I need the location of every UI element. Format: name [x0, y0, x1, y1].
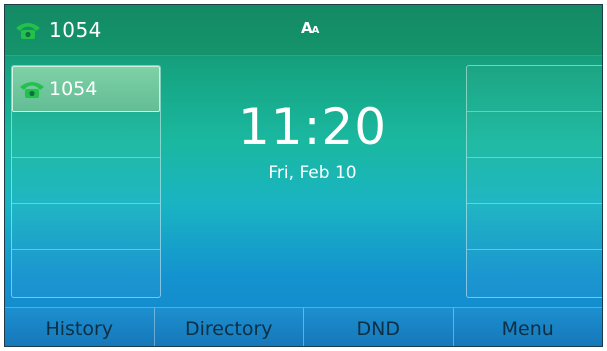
phone-handset-icon	[16, 23, 40, 39]
line-key-7[interactable]	[467, 112, 602, 158]
softkey-bar: History Directory DND Menu	[5, 307, 603, 346]
softkey-menu[interactable]: Menu	[454, 308, 603, 346]
softkey-directory[interactable]: Directory	[155, 308, 304, 346]
phone-screen: 1054 AA 1054 11:20 Fri, Feb 10 History D…	[4, 4, 603, 347]
line-key-1[interactable]: 1054	[12, 66, 160, 112]
line-key-2[interactable]	[12, 112, 160, 158]
status-bar: 1054 AA	[5, 5, 602, 56]
input-mode-small: A	[311, 25, 320, 36]
right-line-keys	[466, 65, 602, 298]
left-line-keys: 1054	[11, 65, 161, 298]
clock-time: 11:20	[237, 98, 388, 156]
input-mode-big: A	[301, 19, 313, 37]
softkey-dnd[interactable]: DND	[304, 308, 454, 346]
account-label: 1054	[49, 18, 102, 42]
softkey-history[interactable]: History	[5, 308, 155, 346]
line-key-4[interactable]	[12, 204, 160, 250]
line-key-label: 1054	[49, 78, 98, 100]
line-key-3[interactable]	[12, 158, 160, 204]
phone-handset-icon	[20, 82, 44, 98]
line-key-9[interactable]	[467, 204, 602, 250]
status-account[interactable]: 1054	[15, 16, 102, 44]
line-key-8[interactable]	[467, 158, 602, 204]
line-key-5[interactable]	[12, 250, 160, 296]
line-key-10[interactable]	[467, 250, 602, 296]
clock-date: Fri, Feb 10	[268, 163, 357, 183]
input-mode-indicator: AA	[301, 19, 320, 37]
line-key-6[interactable]	[467, 66, 602, 112]
